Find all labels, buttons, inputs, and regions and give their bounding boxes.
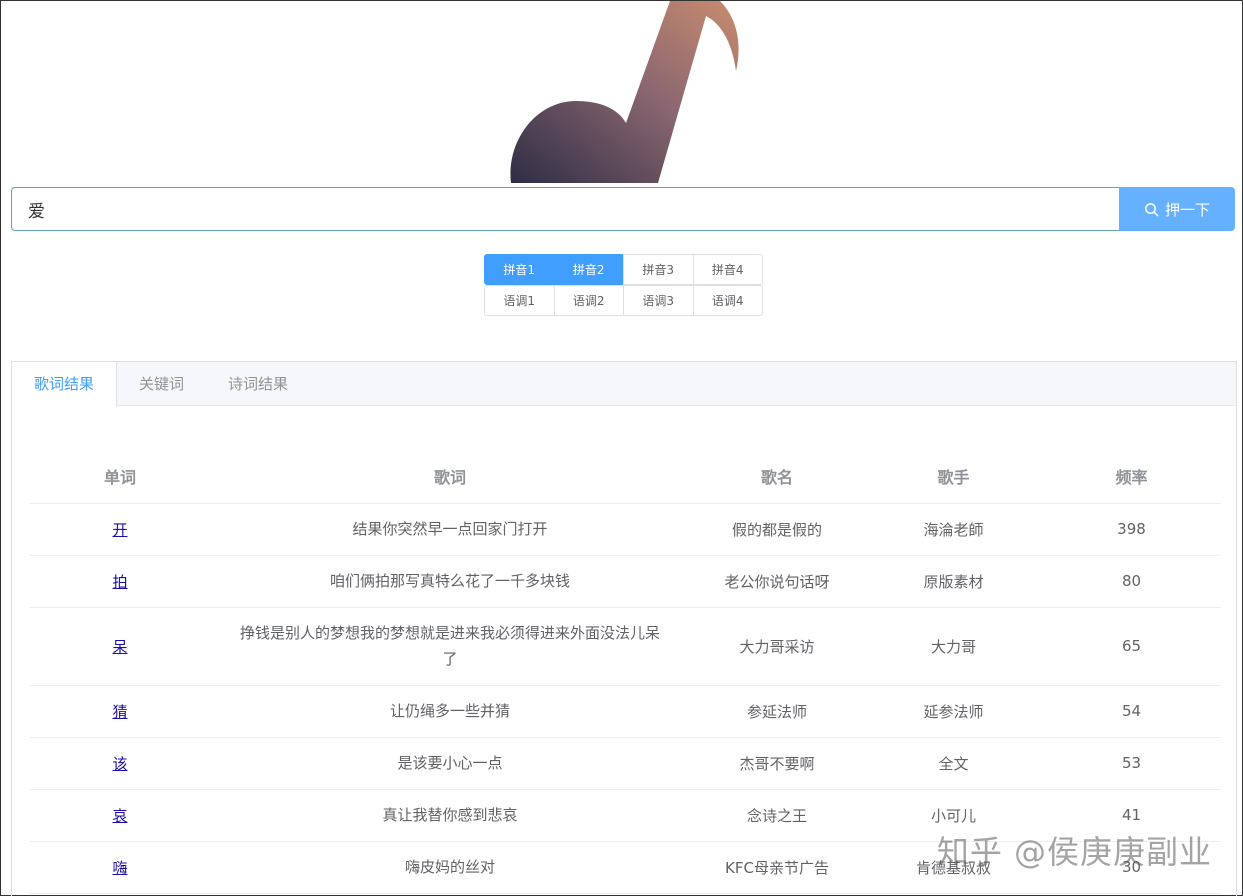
table-row: 猜 让仍绳多一些并猜 参延法师 延参法师 54	[29, 685, 1221, 738]
song-cell: KFC母亲节广告	[689, 841, 865, 894]
results-table: 单词 歌词 歌名 歌手 频率 开 结果你突然早一点回家门打开 假的都是假的 海淪…	[29, 450, 1221, 894]
table-row: 嗨 嗨皮妈的丝对 KFC母亲节广告 肯德基叔叔 30	[29, 841, 1221, 894]
frequency-cell: 54	[1042, 685, 1221, 738]
song-cell: 大力哥采访	[689, 607, 865, 686]
song-cell: 老公你说句话呀	[689, 555, 865, 608]
singer-cell: 肯德基叔叔	[865, 841, 1042, 894]
lyric-cell: 嗨皮妈的丝对	[211, 841, 689, 894]
lyric-cell: 结果你突然早一点回家门打开	[211, 503, 689, 556]
word-link[interactable]: 猜	[112, 703, 127, 721]
lyric-cell: 咱们俩拍那写真特么花了一千多块钱	[211, 555, 689, 608]
word-link[interactable]: 拍	[112, 573, 127, 591]
tab-poetry-results[interactable]: 诗词结果	[206, 362, 310, 405]
search-button[interactable]: 押一下	[1119, 187, 1235, 231]
lyric-cell: 让仍绳多一些并猜	[211, 685, 689, 738]
tone-option-3[interactable]: 语调3	[623, 285, 694, 316]
search-input[interactable]	[11, 187, 1119, 231]
results-tabs: 歌词结果 关键词 诗词结果	[12, 362, 1236, 407]
tone-option-2[interactable]: 语调2	[553, 285, 624, 316]
song-cell: 参延法师	[689, 685, 865, 738]
lyric-cell: 是该要小心一点	[211, 737, 689, 790]
search-icon	[1145, 202, 1159, 216]
singer-cell: 原版素材	[865, 555, 1042, 608]
tone-options: 语调1 语调2 语调3 语调4	[484, 285, 763, 316]
table-row: 哀 真让我替你感到悲哀 念诗之王 小可儿 41	[29, 789, 1221, 842]
table-row: 开 结果你突然早一点回家门打开 假的都是假的 海淪老師 398	[29, 503, 1221, 556]
table-row: 该 是该要小心一点 杰哥不要啊 全文 53	[29, 737, 1221, 790]
table-row: 呆 挣钱是别人的梦想我的梦想就是进来我必须得进来外面没法儿呆了 大力哥采访 大力…	[29, 607, 1221, 686]
tone-option-1[interactable]: 语调1	[484, 285, 555, 316]
lyric-cell: 挣钱是别人的梦想我的梦想就是进来我必须得进来外面没法儿呆了	[211, 607, 689, 686]
singer-cell: 海淪老師	[865, 503, 1042, 556]
search-button-label: 押一下	[1164, 200, 1210, 219]
tone-option-4[interactable]: 语调4	[692, 285, 763, 316]
pinyin-options: 拼音1 拼音2 拼音3 拼音4	[484, 254, 763, 285]
word-link[interactable]: 哀	[112, 807, 127, 825]
word-link[interactable]: 该	[112, 755, 127, 773]
frequency-cell: 65	[1042, 607, 1221, 686]
frequency-cell: 53	[1042, 737, 1221, 790]
pinyin-option-3[interactable]: 拼音3	[623, 254, 694, 285]
pinyin-option-4[interactable]: 拼音4	[692, 254, 763, 285]
song-cell: 杰哥不要啊	[689, 737, 865, 790]
results-card: 歌词结果 关键词 诗词结果 单词 歌词 歌名 歌手 频率 开 结果你突然早一点回…	[11, 361, 1237, 896]
frequency-cell: 30	[1042, 841, 1221, 894]
word-link[interactable]: 嗨	[112, 859, 127, 877]
music-note-icon	[510, 1, 739, 183]
tab-keywords[interactable]: 关键词	[117, 362, 206, 405]
header-frequency: 频率	[1042, 450, 1221, 504]
song-cell: 假的都是假的	[689, 503, 865, 556]
frequency-cell: 398	[1042, 503, 1221, 556]
song-cell: 念诗之王	[689, 789, 865, 842]
pinyin-option-1[interactable]: 拼音1	[484, 254, 555, 285]
singer-cell: 延参法师	[865, 685, 1042, 738]
singer-cell: 大力哥	[865, 607, 1042, 686]
singer-cell: 小可儿	[865, 789, 1042, 842]
frequency-cell: 41	[1042, 789, 1221, 842]
word-link[interactable]: 呆	[112, 638, 127, 656]
lyric-cell: 真让我替你感到悲哀	[211, 789, 689, 842]
word-link[interactable]: 开	[112, 521, 127, 539]
search-bar: 押一下	[11, 187, 1235, 231]
tab-lyrics-results[interactable]: 歌词结果	[12, 362, 118, 407]
table-row: 拍 咱们俩拍那写真特么花了一千多块钱 老公你说句话呀 原版素材 80	[29, 555, 1221, 608]
header-lyric: 歌词	[211, 450, 689, 504]
header-word: 单词	[29, 450, 211, 504]
header-singer: 歌手	[865, 450, 1042, 504]
frequency-cell: 80	[1042, 555, 1221, 608]
pinyin-option-2[interactable]: 拼音2	[553, 254, 624, 285]
singer-cell: 全文	[865, 737, 1042, 790]
header-song: 歌名	[689, 450, 865, 504]
